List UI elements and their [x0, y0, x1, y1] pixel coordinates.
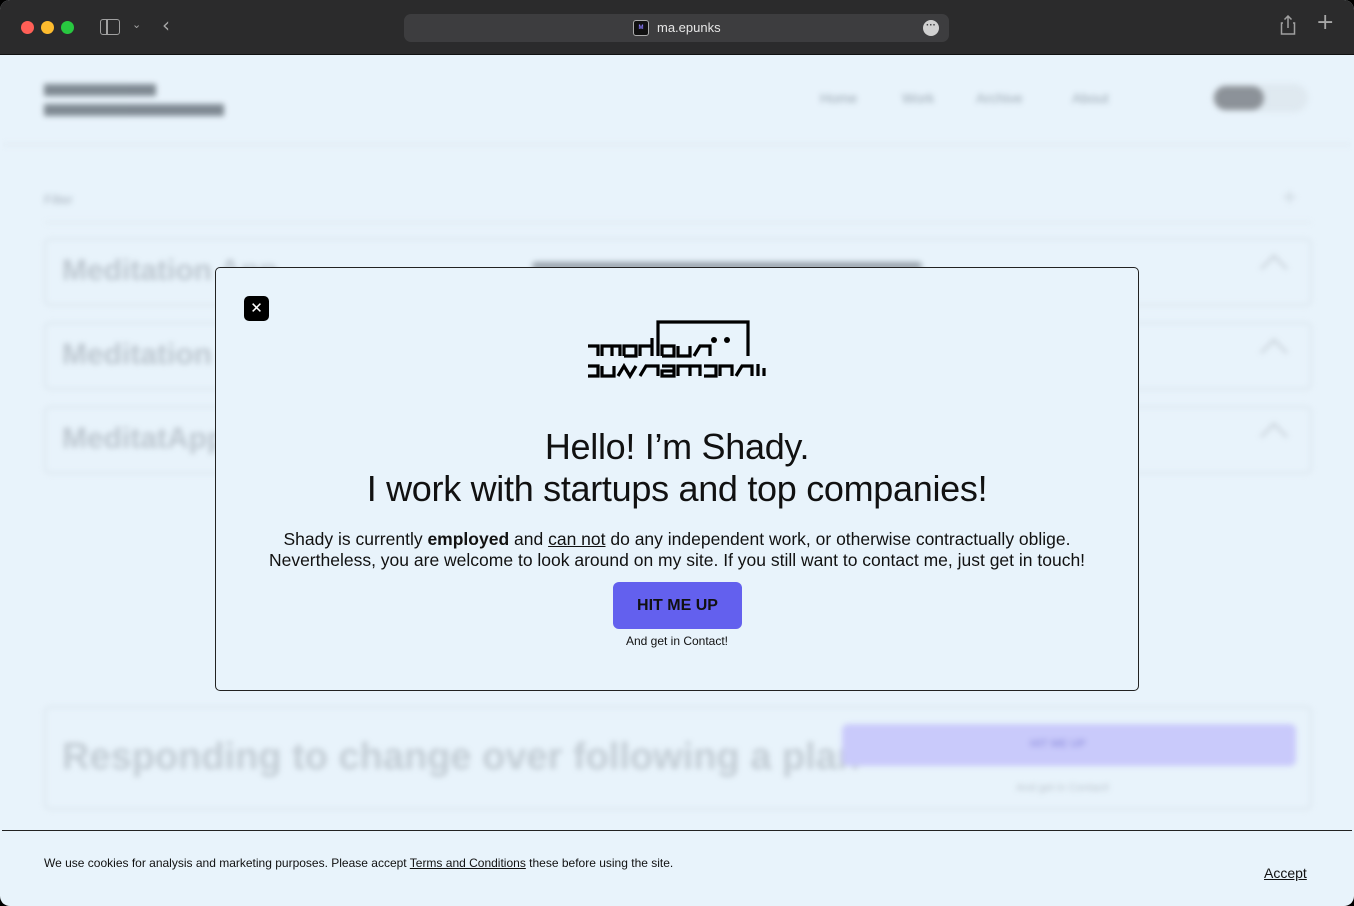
site-logo-icon — [44, 84, 224, 116]
cookie-banner: We use cookies for analysis and marketin… — [2, 830, 1352, 904]
url-text: ma.epunks — [657, 20, 721, 35]
project-row-title: MeditatApp — [62, 422, 226, 455]
chevron-up-icon[interactable] — [1259, 421, 1289, 451]
modal-heading-line2: I work with startups and top companies! — [366, 468, 988, 509]
terms-link[interactable]: Terms and Conditions — [410, 856, 526, 870]
desc-text: Shady is currently — [283, 529, 428, 549]
nav-work-link[interactable]: Work — [902, 90, 934, 106]
window-maximize-button[interactable] — [61, 21, 74, 34]
modal-close-button[interactable]: ✕ — [244, 296, 269, 321]
window-minimize-button[interactable] — [41, 21, 54, 34]
cookie-accept-button[interactable]: Accept — [1264, 865, 1307, 881]
sidebar-toggle-icon[interactable] — [100, 19, 120, 35]
nav-home-link[interactable]: Home — [820, 90, 857, 106]
nav-archive-link[interactable]: Archive — [976, 90, 1023, 106]
hit-me-up-button[interactable]: HIT ME UP — [613, 582, 742, 629]
desc-text: do any independent work, or otherwise co… — [605, 529, 1071, 549]
site-favicon-icon: M — [633, 20, 649, 36]
contact-card-subtext: And get in Contact! — [1016, 782, 1110, 794]
hit-me-up-subtext: And get in Contact! — [625, 634, 729, 648]
window-close-button[interactable] — [21, 21, 34, 34]
modal-description-line1: Shady is currently employed and can not … — [216, 529, 1138, 550]
brand-logo-icon — [588, 320, 766, 380]
contact-card-title: Responding to change over following a pl… — [62, 736, 861, 778]
desc-text: and — [509, 529, 549, 549]
new-tab-icon[interactable]: + — [1316, 12, 1334, 34]
cookie-text-after: these before using the site. — [525, 856, 674, 870]
contact-card-button-label: HIT ME UP — [1030, 738, 1086, 750]
filter-label[interactable]: Filter — [44, 192, 73, 207]
modal-description: Shady is currently employed and can not … — [216, 529, 1138, 571]
browser-titlebar: ⌄ ‹ M ma.epunks ··· + — [0, 0, 1354, 55]
cookie-text-before: We use cookies for analysis and marketin… — [44, 856, 410, 870]
contact-card: Responding to change over following a pl… — [44, 706, 1312, 810]
plus-icon[interactable]: + — [1282, 182, 1297, 213]
address-bar[interactable]: M ma.epunks ··· — [404, 14, 949, 42]
nav-about-link[interactable]: About — [1072, 90, 1109, 106]
filter-divider — [44, 222, 1312, 223]
browser-window: ⌄ ‹ M ma.epunks ··· + Home Work Archive … — [0, 0, 1354, 906]
modal-description-line2: Nevertheless, you are welcome to look ar… — [268, 550, 1086, 570]
more-options-icon[interactable]: ··· — [923, 20, 939, 36]
desc-bold-employed: employed — [427, 529, 510, 549]
availability-modal: ✕ Hello! I’m Shady. I work with startups… — [215, 267, 1139, 691]
theme-toggle-knob — [1214, 86, 1264, 110]
chevron-up-icon[interactable] — [1259, 253, 1289, 283]
modal-heading-line1: Hello! I’m Shady. — [544, 426, 810, 467]
share-icon[interactable] — [1280, 15, 1296, 35]
modal-heading: Hello! I’m Shady. I work with startups a… — [216, 426, 1138, 510]
cookie-text: We use cookies for analysis and marketin… — [44, 856, 673, 870]
chevron-down-icon[interactable]: ⌄ — [132, 18, 141, 31]
desc-underline-cannot: can not — [548, 529, 606, 549]
back-arrow-icon[interactable]: ‹ — [162, 13, 170, 37]
header-divider — [2, 144, 1352, 145]
chevron-up-icon[interactable] — [1259, 337, 1289, 367]
